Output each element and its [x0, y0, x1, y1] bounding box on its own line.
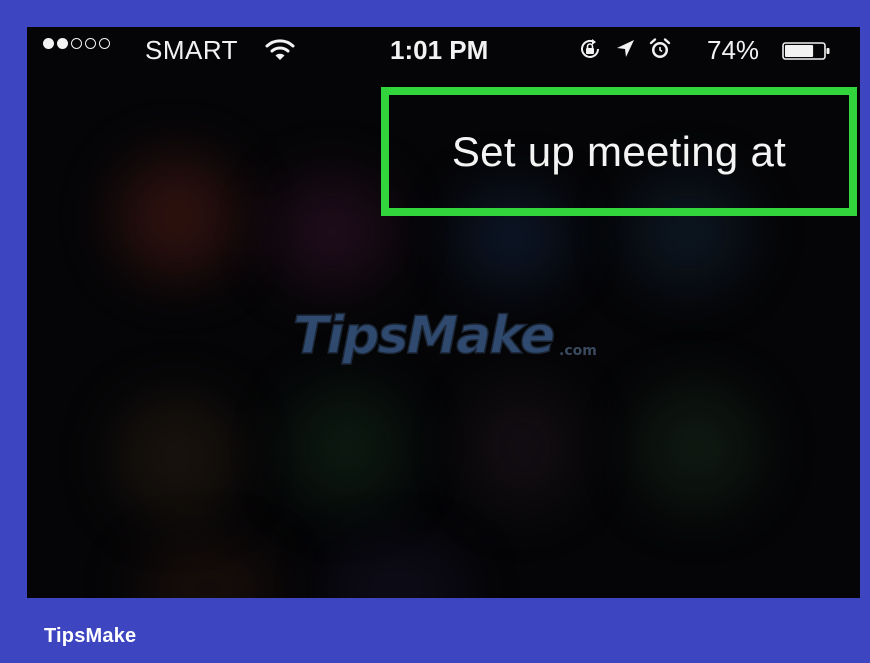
- location-arrow-icon: [617, 40, 634, 57]
- signal-dot-filled: [57, 38, 68, 49]
- blurred-app-icon: [327, 547, 467, 598]
- blurred-app-icon: [637, 387, 757, 507]
- battery-percentage: 74%: [707, 35, 760, 65]
- footer-brand: TipsMake: [44, 625, 137, 647]
- blurred-app-icon: [467, 387, 577, 507]
- battery-icon: [782, 42, 830, 60]
- wifi-icon: [265, 39, 295, 60]
- status-bar: SMART 1:01 PM 74%: [27, 27, 860, 75]
- signal-dot-filled: [43, 38, 54, 49]
- siri-speech-highlight: Set up meeting at: [381, 87, 857, 216]
- blurred-app-icon: [117, 157, 237, 277]
- carrier-name: SMART: [145, 35, 239, 65]
- watermark-main-text: TipsMake: [293, 306, 554, 366]
- tipsmake-watermark-logo: TipsMake .com: [292, 305, 597, 367]
- signal-strength-icon: [43, 38, 110, 49]
- siri-speech-text: Set up meeting at: [451, 127, 787, 175]
- image-frame: SMART 1:01 PM 74% Set up meeting at Tips…: [0, 0, 870, 663]
- watermark-suffix-text: .com: [559, 343, 597, 359]
- signal-dot-empty: [85, 38, 96, 49]
- rotation-lock-icon: [581, 39, 599, 58]
- blurred-app-icon: [137, 547, 277, 598]
- alarm-icon: [649, 38, 671, 58]
- blurred-app-icon: [117, 397, 237, 517]
- signal-dot-empty: [71, 38, 82, 49]
- clock-time: 1:01 PM: [390, 35, 489, 65]
- blurred-app-icon: [287, 387, 407, 507]
- status-icons: [578, 37, 672, 61]
- phone-screen: SMART 1:01 PM 74% Set up meeting at Tips…: [27, 27, 860, 598]
- blurred-app-icon: [272, 177, 392, 287]
- signal-dot-empty: [99, 38, 110, 49]
